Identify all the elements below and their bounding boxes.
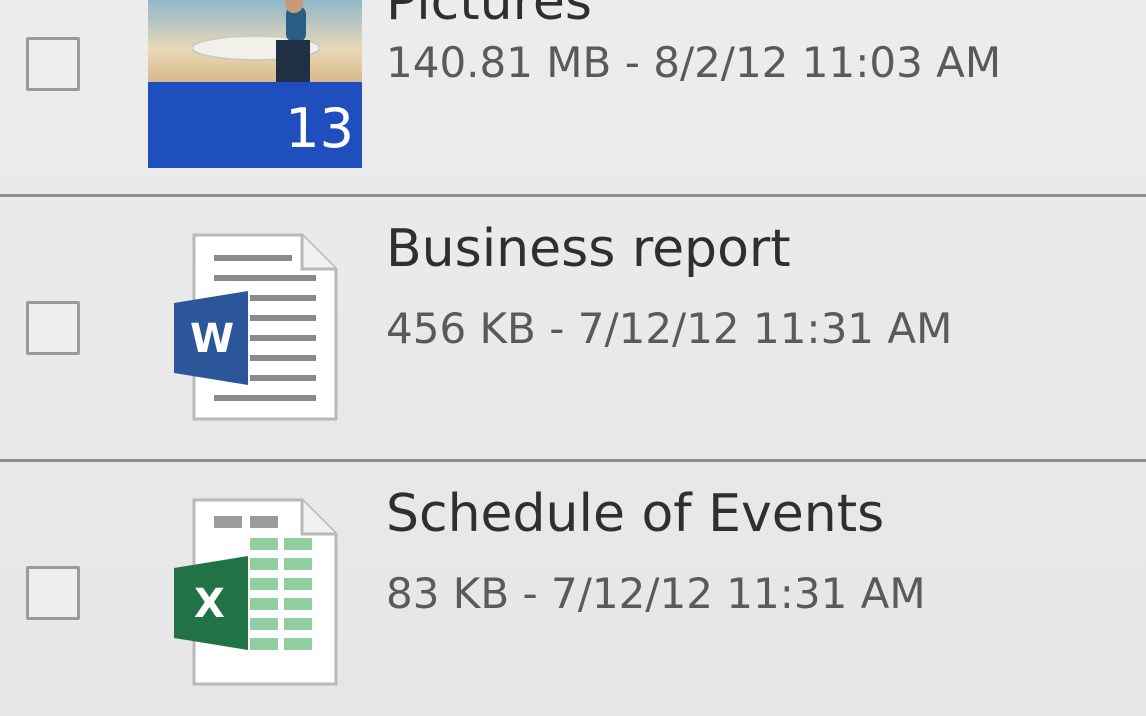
- pictures-folder-thumbnail-icon: 13: [148, 0, 362, 168]
- file-list: 13 Pictures 140.81 MB - 8/2/12 11:03 AM: [0, 0, 1146, 716]
- select-checkbox-schedule-of-events[interactable]: [26, 566, 80, 620]
- word-badge-letter: W: [190, 316, 235, 362]
- file-meta: 456 KB - 7/12/12 11:31 AM: [386, 304, 953, 353]
- file-name: Pictures: [386, 0, 592, 32]
- list-item-schedule-of-events[interactable]: X Schedule of Events 83 KB - 7/12/12 11:…: [0, 462, 1146, 716]
- list-item-pictures[interactable]: 13 Pictures 140.81 MB - 8/2/12 11:03 AM: [0, 0, 1146, 194]
- excel-badge-letter: X: [194, 581, 225, 627]
- excel-spreadsheet-icon: X: [170, 498, 340, 688]
- file-name: Business report: [386, 219, 791, 279]
- item-count-badge: 13: [285, 97, 354, 160]
- file-meta: 83 KB - 7/12/12 11:31 AM: [386, 569, 926, 618]
- file-meta: 140.81 MB - 8/2/12 11:03 AM: [386, 38, 1002, 87]
- select-checkbox-pictures[interactable]: [26, 37, 80, 91]
- list-item-business-report[interactable]: W Business report 456 KB - 7/12/12 11:31…: [0, 197, 1146, 459]
- select-checkbox-business-report[interactable]: [26, 301, 80, 355]
- word-document-icon: W: [170, 233, 340, 423]
- file-name: Schedule of Events: [386, 484, 885, 544]
